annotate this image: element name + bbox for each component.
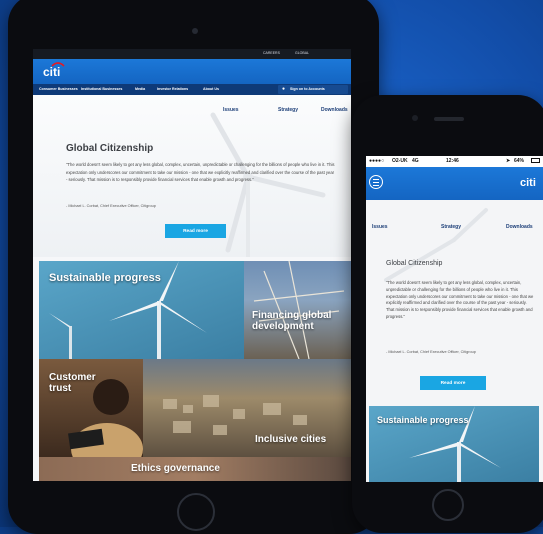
utility-link-global[interactable]: GLOBAL — [295, 51, 309, 55]
tablet-camera — [192, 28, 198, 34]
site-header: citi — [33, 59, 351, 84]
network-label: 4G — [412, 158, 419, 164]
sign-on-label: Sign on to Accounts — [290, 87, 325, 91]
location-arrow-icon: ➤ — [506, 158, 511, 164]
tablet-screen: CAREERS GLOBAL citi Consumer Businesses … — [33, 49, 351, 481]
tile-sustainable-progress-label: Sustainable progress — [49, 272, 161, 284]
subnav-strategy[interactable]: Strategy — [278, 107, 298, 113]
nav-item-investor[interactable]: Investor Relations — [157, 87, 188, 91]
ceo-quote: "The world doesn't seem likely to get an… — [66, 162, 335, 183]
phone-tile-sustainable-progress[interactable]: Sustainable progress — [369, 406, 539, 482]
hamburger-menu-icon[interactable] — [369, 175, 383, 189]
phone-citi-logo[interactable]: citi — [520, 177, 536, 189]
tile-inclusive-cities-label: Inclusive cities — [255, 434, 327, 445]
subnav-downloads[interactable]: Downloads — [321, 107, 348, 113]
utility-link-careers[interactable]: CAREERS — [263, 51, 280, 55]
phone-camera — [412, 115, 418, 121]
phone-status-bar: ●●●●○ O2-UK 4G 12:46 ➤ 64% — [366, 156, 543, 167]
nav-item-consumer[interactable]: Consumer Businesses — [39, 87, 78, 91]
phone-read-more-button[interactable]: Read more — [420, 376, 486, 390]
carrier-label: O2-UK — [392, 158, 408, 164]
logo-arc-icon — [51, 62, 65, 67]
phone-quote-attribution: - Michael L. Corbat, Chief Executive Off… — [386, 350, 476, 354]
nav-item-about[interactable]: About Us — [203, 87, 219, 91]
battery-icon — [531, 158, 540, 163]
read-more-button[interactable]: Read more — [165, 224, 226, 238]
subnav-issues[interactable]: Issues — [223, 107, 239, 113]
tile-ethics-governance-label: Ethics governance — [131, 463, 220, 474]
phone-header: citi — [366, 167, 543, 200]
tile-financing-label: Financing global development — [252, 310, 332, 332]
tile-customer-trust[interactable]: Customer trust — [39, 359, 143, 457]
tile-customer-trust-label: Customer trust — [49, 372, 96, 394]
phone-subnav-issues[interactable]: Issues — [372, 224, 388, 230]
tile-inclusive-cities[interactable]: Inclusive cities — [143, 359, 351, 457]
phone-page-title: Global Citizenship — [386, 260, 443, 267]
nav-item-institutional[interactable]: Institutional Businesses — [81, 87, 122, 91]
clock-label: 12:46 — [446, 158, 459, 164]
phone-tile-sustainable-progress-label: Sustainable progress — [377, 415, 469, 425]
sign-on-button[interactable]: Sign on to Accounts ● — [278, 85, 348, 94]
signal-dots-icon: ●●●●○ — [369, 158, 385, 164]
nav-item-media[interactable]: Media — [135, 87, 145, 91]
page-title: Global Citizenship — [66, 143, 154, 154]
phone-hero: Issues Strategy Downloads Global Citizen… — [366, 200, 543, 370]
tablet-home-button[interactable] — [177, 493, 215, 531]
quote-attribution: - Michael L. Corbat, Chief Executive Off… — [66, 204, 156, 208]
phone-subnav-downloads[interactable]: Downloads — [506, 224, 533, 230]
phone-speaker — [434, 117, 464, 121]
phone-subnav-strategy[interactable]: Strategy — [441, 224, 461, 230]
tile-ethics-governance[interactable]: Ethics governance — [39, 457, 351, 481]
tile-financing-global-development[interactable]: Financing global development — [244, 261, 351, 359]
phone-screen: ●●●●○ O2-UK 4G 12:46 ➤ 64% citi Issues S… — [366, 156, 543, 482]
phone-ceo-quote: "The world doesn't seem likely to get an… — [386, 280, 534, 319]
lock-icon: ● — [282, 86, 286, 92]
citi-logo[interactable]: citi — [43, 65, 60, 79]
main-nav: Consumer Businesses Institutional Busine… — [33, 84, 351, 95]
battery-label: 64% — [514, 158, 525, 164]
utility-bar: CAREERS GLOBAL — [33, 49, 351, 59]
phone-home-button[interactable] — [432, 489, 464, 521]
tile-sustainable-progress[interactable]: Sustainable progress — [39, 261, 244, 359]
